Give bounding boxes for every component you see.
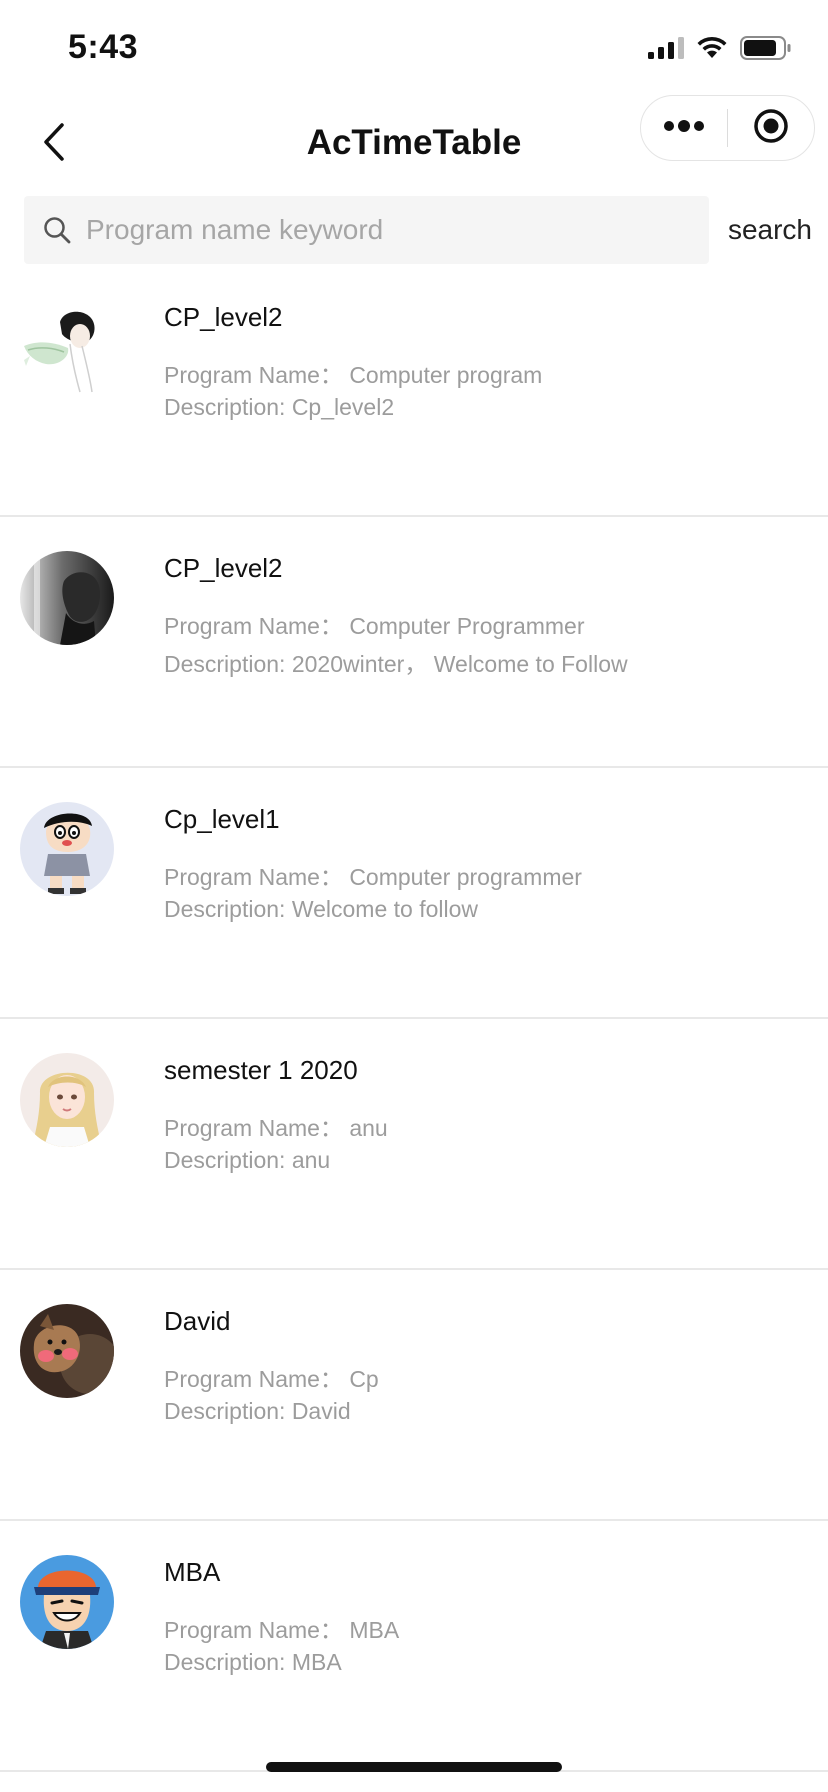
avatar-blonde-girl-icon — [20, 1053, 114, 1147]
item-title: MBA — [164, 1557, 221, 1587]
search-icon — [42, 215, 72, 245]
list-item[interactable]: David Program Name： Cp Description: Davi… — [0, 1270, 828, 1521]
search-box — [24, 196, 709, 264]
more-options-button[interactable] — [641, 96, 727, 160]
item-description: Description: Cp_level2 — [164, 394, 395, 420]
item-description: Description: Welcome to follow — [164, 896, 479, 922]
item-title: CP_level2 — [164, 302, 283, 332]
list-item[interactable]: CP_level2 Program Name： Computer program… — [0, 266, 828, 517]
status-time: 5:43 — [68, 28, 139, 66]
mini-program-capsule — [640, 95, 815, 161]
item-title: Cp_level1 — [164, 804, 280, 834]
search-button[interactable]: search — [728, 196, 812, 264]
search-input[interactable] — [84, 199, 688, 261]
avatar-cartoon-kid-icon — [20, 802, 114, 896]
list-item[interactable]: semester 1 2020 Program Name： anu Descri… — [0, 1019, 828, 1270]
close-mini-program-button[interactable] — [728, 96, 814, 160]
item-description: Description: MBA — [164, 1649, 342, 1675]
avatar-bw-profile-icon — [20, 551, 114, 645]
navigation-bar: AcTimeTable — [0, 95, 828, 192]
avatar-anime-boy-icon — [20, 300, 114, 394]
item-title: David — [164, 1306, 231, 1336]
item-program-name: Program Name： Computer programmer — [164, 864, 582, 890]
item-title: semester 1 2020 — [164, 1055, 358, 1085]
search-row: search — [24, 196, 814, 264]
status-icons — [648, 36, 792, 65]
avatar-dog-icon — [20, 1304, 114, 1398]
home-indicator — [266, 1762, 562, 1772]
list-item[interactable]: MBA Program Name： MBA Description: MBA — [0, 1521, 828, 1772]
item-program-name: Program Name： Computer Programmer — [164, 613, 585, 639]
item-program-name: Program Name： anu — [164, 1115, 388, 1141]
battery-icon — [740, 36, 792, 65]
item-description: Description: 2020winter， Welcome to Foll… — [164, 651, 628, 677]
program-list: CP_level2 Program Name： Computer program… — [0, 266, 828, 1772]
item-description: Description: anu — [164, 1147, 331, 1173]
list-item[interactable]: CP_level2 Program Name： Computer Program… — [0, 517, 828, 768]
wifi-icon — [696, 36, 728, 65]
status-bar: 5:43 — [0, 0, 828, 96]
cellular-signal-icon — [648, 37, 684, 64]
item-program-name: Program Name： Cp — [164, 1366, 379, 1392]
item-program-name: Program Name： Computer program — [164, 362, 543, 388]
item-title: CP_level2 — [164, 553, 283, 583]
more-dots-icon — [663, 119, 705, 137]
item-description: Description: David — [164, 1398, 351, 1424]
avatar-cartoon-cap-icon — [20, 1555, 114, 1649]
target-circle-icon — [753, 108, 789, 149]
item-program-name: Program Name： MBA — [164, 1617, 400, 1643]
list-item[interactable]: Cp_level1 Program Name： Computer program… — [0, 768, 828, 1019]
